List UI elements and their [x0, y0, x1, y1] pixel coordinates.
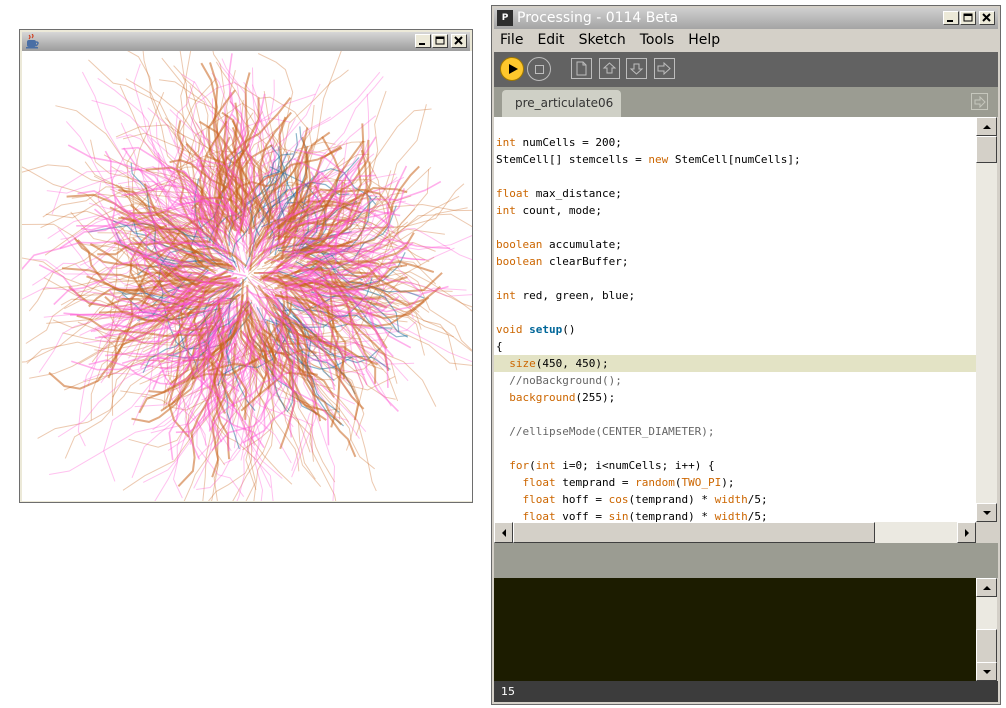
code-line[interactable]: [494, 117, 976, 134]
code-line[interactable]: int count, mode;: [494, 202, 976, 219]
code-line[interactable]: float hoff = cos(temprand) * width/5;: [494, 491, 976, 508]
scroll-up-button[interactable]: [976, 117, 997, 136]
toolbar: [494, 52, 998, 87]
console-scroll-up-button[interactable]: [976, 578, 997, 597]
export-icon: [657, 61, 671, 76]
maximize-button[interactable]: [432, 34, 448, 48]
console-scrollbar[interactable]: [976, 578, 997, 681]
ide-close-button[interactable]: [979, 11, 995, 25]
code-line[interactable]: //noBackground();: [494, 372, 976, 389]
scrollbar-corner: [976, 522, 997, 543]
code-line[interactable]: int red, green, blue;: [494, 287, 976, 304]
scroll-thumb[interactable]: [976, 136, 997, 163]
menu-bar: File Edit Sketch Tools Help: [494, 29, 998, 51]
code-line[interactable]: void setup(): [494, 321, 976, 338]
scroll-down-button[interactable]: [976, 503, 997, 522]
processing-ide-window: P Processing - 0114 Beta File Edit Sketc…: [491, 5, 1001, 705]
close-icon: [454, 36, 463, 45]
code-comment: //noBackground();: [496, 374, 622, 387]
code-line[interactable]: {: [494, 338, 976, 355]
processing-app-icon: P: [497, 10, 513, 26]
code-line[interactable]: float temprand = random(TWO_PI);: [494, 474, 976, 491]
code-line[interactable]: float voff = sin(temprand) * width/5;: [494, 508, 976, 522]
java-cup-icon: [26, 34, 39, 49]
code-line[interactable]: [494, 168, 976, 185]
open-button[interactable]: [599, 58, 620, 79]
close-button[interactable]: [451, 34, 467, 48]
code-line[interactable]: [494, 406, 976, 423]
ide-minimize-button[interactable]: [943, 11, 959, 25]
arrow-down-icon: [983, 670, 991, 674]
maximize-icon: [435, 36, 445, 45]
scroll-right-button[interactable]: [957, 522, 976, 543]
code-line[interactable]: StemCell[] stemcells = new StemCell[numC…: [494, 151, 976, 168]
code-line[interactable]: int numCells = 200;: [494, 134, 976, 151]
menu-tools[interactable]: Tools: [634, 32, 681, 48]
menu-help[interactable]: Help: [682, 32, 726, 48]
save-button[interactable]: [626, 58, 647, 79]
horizontal-scroll-thumb[interactable]: [513, 522, 875, 543]
tab-menu-button[interactable]: [971, 93, 988, 110]
sketch-title-bar[interactable]: [22, 32, 470, 51]
arrow-up-icon: [983, 586, 991, 590]
minimize-icon: [947, 20, 953, 22]
status-line-number: 15: [494, 681, 998, 702]
code-line[interactable]: float max_distance;: [494, 185, 976, 202]
new-button[interactable]: [571, 58, 592, 79]
save-icon: [629, 63, 644, 75]
new-icon: [576, 61, 587, 76]
console-scroll-down-button[interactable]: [976, 662, 997, 681]
code-line[interactable]: //ellipseMode(CENTER_DIAMETER);: [494, 423, 976, 440]
arrow-right-icon: [965, 529, 969, 537]
editor-horizontal-scrollbar[interactable]: [494, 522, 976, 543]
editor-vertical-scrollbar[interactable]: [976, 117, 997, 522]
menu-file[interactable]: File: [494, 32, 529, 48]
message-area: [494, 543, 998, 578]
scroll-left-button[interactable]: [494, 522, 513, 543]
code-editor[interactable]: int numCells = 200; StemCell[] stemcells …: [494, 117, 976, 522]
code-line[interactable]: boolean accumulate;: [494, 236, 976, 253]
menu-sketch[interactable]: Sketch: [573, 32, 632, 48]
open-icon: [602, 62, 617, 74]
minimize-icon: [419, 43, 425, 45]
arrow-up-icon: [983, 125, 991, 129]
arrow-left-icon: [502, 529, 506, 537]
run-button[interactable]: [500, 57, 524, 81]
menu-edit[interactable]: Edit: [531, 32, 570, 48]
code-line[interactable]: for(int i=0; i<numCells; i++) {: [494, 457, 976, 474]
tab-pre-articulate06[interactable]: pre_articulate06 §: [502, 90, 621, 137]
arrow-down-icon: [983, 511, 991, 515]
sketch-output-window: [19, 29, 473, 503]
ide-title-bar[interactable]: P Processing - 0114 Beta: [494, 8, 998, 29]
close-icon: [982, 13, 991, 22]
export-button[interactable]: [654, 58, 675, 79]
code-line[interactable]: background(255);: [494, 389, 976, 406]
code-line[interactable]: [494, 219, 976, 236]
console-output[interactable]: [494, 578, 976, 681]
code-comment: //ellipseMode(CENTER_DIAMETER);: [496, 425, 715, 438]
code-line[interactable]: [494, 440, 976, 457]
minimize-button[interactable]: [415, 34, 431, 48]
code-line[interactable]: size(450, 450);: [494, 355, 976, 372]
code-line[interactable]: [494, 270, 976, 287]
code-line[interactable]: boolean clearBuffer;: [494, 253, 976, 270]
console-scroll-thumb[interactable]: [976, 629, 997, 663]
arrow-right-icon: [974, 96, 986, 108]
code-line[interactable]: [494, 304, 976, 321]
stop-button[interactable]: [527, 57, 551, 81]
sketch-canvas[interactable]: [22, 51, 472, 501]
maximize-icon: [963, 13, 973, 22]
generative-artwork: [22, 51, 472, 501]
ide-title-text: Processing - 0114 Beta: [517, 10, 679, 26]
tab-bar: pre_articulate06 §: [494, 87, 998, 137]
ide-maximize-button[interactable]: [960, 11, 976, 25]
